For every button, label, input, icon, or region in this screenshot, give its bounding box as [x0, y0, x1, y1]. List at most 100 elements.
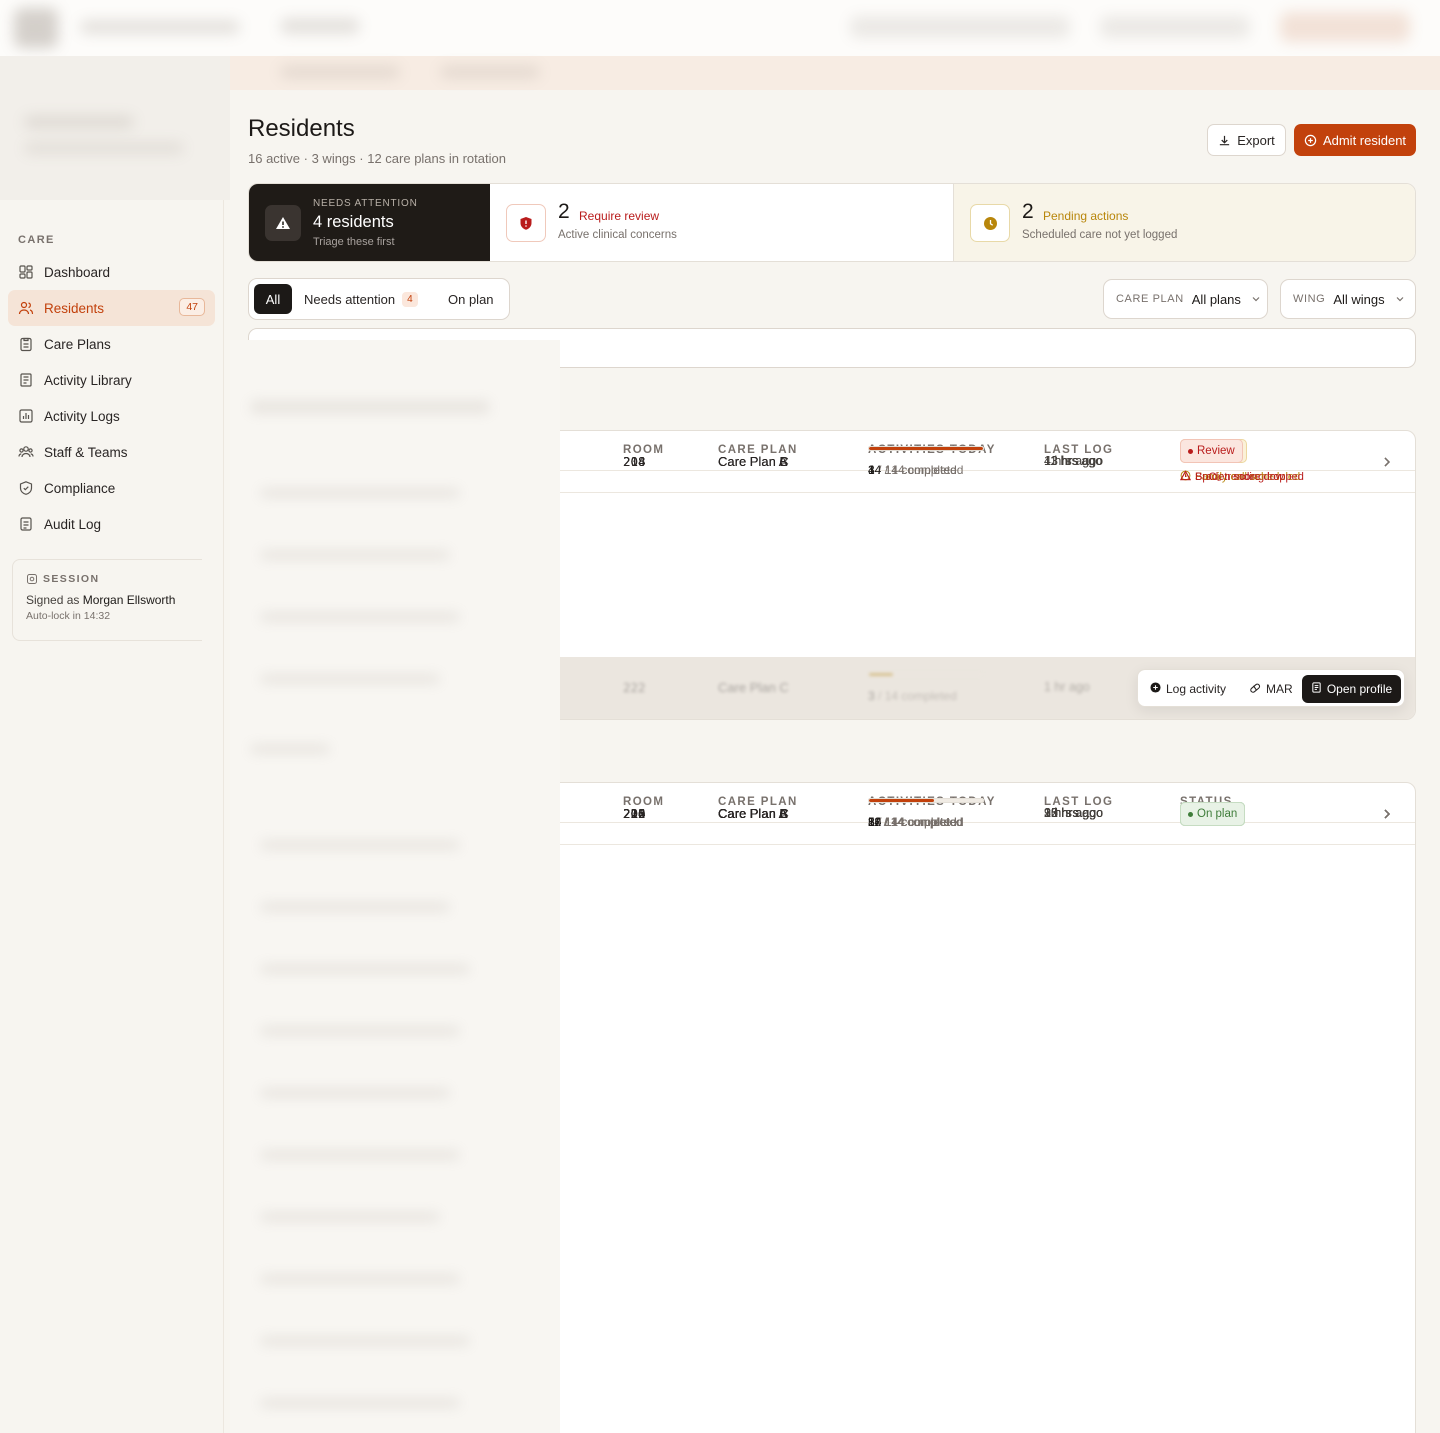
sidebar-item-label: Audit Log	[44, 516, 102, 532]
chevron-down-icon	[1252, 297, 1260, 302]
care-plan-name: Care Plan A	[718, 454, 788, 469]
lock-icon	[27, 574, 37, 584]
blurred-line	[260, 1336, 470, 1346]
status-label: On plan	[1197, 808, 1238, 820]
require-review-card[interactable]: 2 Require review Active clinical concern…	[490, 184, 953, 261]
blurred-line	[260, 1026, 460, 1036]
completed-sep: /	[874, 815, 885, 829]
blurred-line	[260, 612, 460, 622]
wing-select-value: All wings	[1333, 291, 1385, 307]
blurred-line	[24, 116, 134, 128]
room-number: 218	[623, 454, 646, 469]
open-profile-button[interactable]: Open profile	[1302, 675, 1401, 703]
sidebar-item-label: Dashboard	[44, 264, 111, 280]
blurred-line	[260, 840, 460, 850]
log-activity-button[interactable]: Log activity	[1150, 675, 1226, 703]
page-title: Residents	[248, 115, 355, 142]
sidebar-item-staff-teams[interactable]: Staff & Teams	[8, 434, 215, 470]
blurred-line	[24, 142, 184, 154]
progress-bar	[868, 672, 984, 677]
activities-completed: 14 / 14 completed	[868, 463, 963, 477]
sidebar-item-label: Staff & Teams	[44, 444, 128, 460]
users-icon	[18, 301, 34, 315]
chevron-right-icon[interactable]	[1383, 455, 1391, 473]
admit-resident-button[interactable]: Admit resident	[1294, 124, 1416, 156]
shield-icon	[19, 481, 33, 495]
admit-label: Admit resident	[1322, 132, 1407, 148]
plus-circle-icon	[1150, 682, 1161, 696]
app-logo	[14, 8, 58, 48]
sidebar-item-label: Activity Library	[44, 372, 132, 388]
completed-total: 14	[891, 463, 905, 477]
care-plan-select[interactable]: CARE PLAN All plans	[1103, 279, 1268, 319]
sidebar-item-label: Activity Logs	[44, 408, 120, 424]
attention-kicker: NEEDS ATTENTION	[313, 198, 418, 209]
tab-all[interactable]: All	[254, 284, 292, 314]
status-badge: Review	[1180, 439, 1243, 463]
clock-icon	[970, 204, 1010, 242]
blurred-tools	[1100, 16, 1250, 38]
blurred-line	[260, 1274, 460, 1284]
session-label-row: SESSION	[26, 573, 202, 585]
document-icon	[1311, 682, 1322, 696]
sidebar-item-residents[interactable]: Residents 47	[8, 290, 215, 326]
status-label: Review	[1197, 445, 1235, 457]
room-number: 226	[623, 806, 646, 821]
blurred-line	[260, 1398, 460, 1408]
tab-label: Needs attention	[304, 291, 396, 307]
sidebar-item-care-plans[interactable]: Care Plans	[8, 326, 215, 362]
completed-total: 14	[884, 815, 899, 829]
sidebar-item-dashboard[interactable]: Dashboard	[8, 254, 215, 290]
needs-attention-card[interactable]: NEEDS ATTENTION 4 residents Triage these…	[249, 184, 490, 261]
pending-actions-card[interactable]: 2 Pending actions Scheduled care not yet…	[953, 184, 1415, 261]
blurred-line	[260, 902, 450, 912]
wing-select-key: WING	[1293, 293, 1326, 305]
chevron-right-icon[interactable]	[1383, 807, 1391, 825]
completed-count: 14	[868, 463, 882, 477]
alert-shield-icon	[506, 204, 546, 242]
blurred-line	[260, 1150, 460, 1160]
blurred-line	[260, 1212, 440, 1222]
review-desc: Active clinical concerns	[558, 229, 677, 241]
blurred-line	[260, 488, 460, 498]
blurred-line	[250, 400, 490, 414]
attention-sub: Triage these first	[313, 236, 395, 248]
blurred-crumb	[280, 66, 400, 78]
export-button[interactable]: Export	[1207, 124, 1286, 156]
blurred-line	[250, 744, 330, 754]
sidebar-item-label: Compliance	[44, 480, 116, 496]
sidebar-item-compliance[interactable]: Compliance	[8, 470, 215, 506]
autolock-timer: Auto-lock in 14:32	[26, 610, 111, 622]
care-plan-name: Care Plan B	[718, 806, 789, 821]
blurred-profile	[1280, 12, 1410, 42]
session-user-name: Morgan Ellsworth	[82, 593, 176, 607]
blurred-search	[850, 16, 1070, 38]
last-log-time: 4 hrs ago	[1044, 454, 1097, 468]
activities-completed: 8 / 14 completed	[868, 815, 957, 829]
completed-count: 3	[868, 689, 875, 703]
grid-icon	[19, 265, 33, 279]
session-panel: SESSION Signed as Morgan Ellsworth Auto-…	[12, 559, 202, 641]
completed-suffix: completed	[908, 463, 964, 477]
pending-desc: Scheduled care not yet logged	[1022, 229, 1178, 241]
sidebar-item-activity-library[interactable]: Activity Library	[8, 362, 215, 398]
row-actions-popover: Log activity MAR Open profile	[1137, 669, 1405, 707]
tab-count: 4	[402, 291, 418, 307]
sidebar-item-audit-log[interactable]: Audit Log	[8, 506, 215, 542]
wing-select[interactable]: WING All wings	[1280, 279, 1416, 319]
mar-button[interactable]: MAR	[1249, 675, 1293, 703]
blurred-subbar	[230, 56, 1440, 90]
residents-count-badge: 47	[179, 298, 205, 316]
document-icon	[20, 517, 32, 531]
blurred-line	[260, 1088, 450, 1098]
top-bar	[0, 0, 1440, 56]
mar-label: MAR	[1266, 682, 1293, 696]
activities-completed: 3 / 14 completed	[868, 689, 957, 703]
tab-needs-attention[interactable]: Needs attention 4	[304, 284, 418, 314]
book-icon	[20, 373, 32, 387]
sidebar-item-activity-logs[interactable]: Activity Logs	[8, 398, 215, 434]
export-label: Export	[1237, 132, 1275, 148]
review-title: Require review	[579, 209, 660, 223]
tab-on-plan[interactable]: On plan	[448, 284, 494, 314]
status-dot	[1188, 811, 1193, 817]
